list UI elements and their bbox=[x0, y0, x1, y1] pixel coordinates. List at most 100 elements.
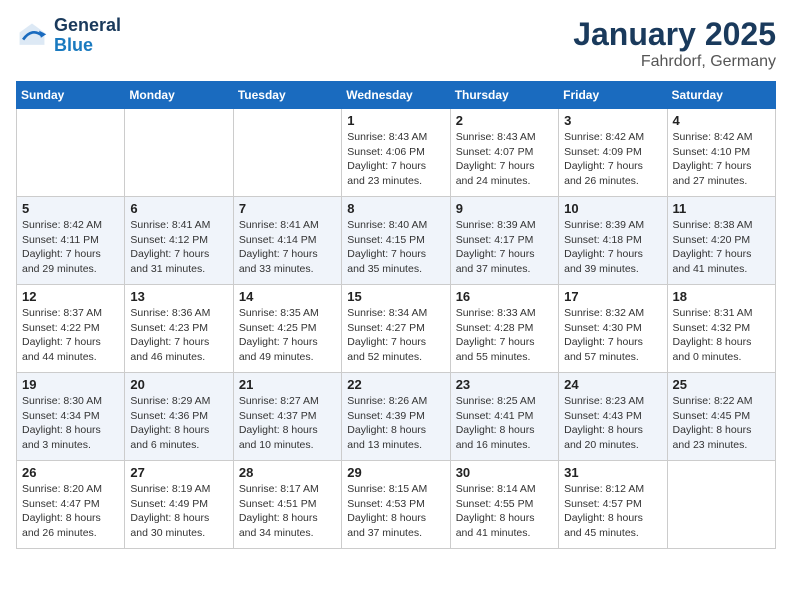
table-row: 18 Sunrise: 8:31 AM Sunset: 4:32 PM Dayli… bbox=[667, 285, 775, 373]
day-number: 9 bbox=[456, 201, 553, 216]
day-number: 29 bbox=[347, 465, 444, 480]
day-number: 5 bbox=[22, 201, 119, 216]
day-info: Sunrise: 8:40 AM Sunset: 4:15 PM Dayligh… bbox=[347, 218, 444, 277]
logo-line1: General bbox=[54, 16, 121, 36]
header-thursday: Thursday bbox=[450, 82, 558, 109]
day-info: Sunrise: 8:39 AM Sunset: 4:18 PM Dayligh… bbox=[564, 218, 661, 277]
table-row: 5 Sunrise: 8:42 AM Sunset: 4:11 PM Daylig… bbox=[17, 197, 125, 285]
day-info: Sunrise: 8:42 AM Sunset: 4:10 PM Dayligh… bbox=[673, 130, 770, 189]
day-number: 12 bbox=[22, 289, 119, 304]
day-info: Sunrise: 8:41 AM Sunset: 4:14 PM Dayligh… bbox=[239, 218, 336, 277]
day-info: Sunrise: 8:19 AM Sunset: 4:49 PM Dayligh… bbox=[130, 482, 227, 541]
table-row: 22Sunrise: 8:26 AM Sunset: 4:39 PM Dayli… bbox=[342, 373, 450, 461]
header-saturday: Saturday bbox=[667, 82, 775, 109]
day-number: 11 bbox=[673, 201, 770, 216]
header-friday: Friday bbox=[559, 82, 667, 109]
calendar-row: 5 Sunrise: 8:42 AM Sunset: 4:11 PM Daylig… bbox=[17, 197, 776, 285]
calendar-row: 19 Sunrise: 8:30 AM Sunset: 4:34 PM Dayli… bbox=[17, 373, 776, 461]
table-row: 25 Sunrise: 8:22 AM Sunset: 4:45 PM Dayli… bbox=[667, 373, 775, 461]
logo: General Blue bbox=[16, 16, 121, 56]
day-info: Sunrise: 8:30 AM Sunset: 4:34 PM Dayligh… bbox=[22, 394, 119, 453]
day-info: Sunrise: 8:31 AM Sunset: 4:32 PM Dayligh… bbox=[673, 306, 770, 365]
day-info: Sunrise: 8:29 AM Sunset: 4:36 PM Dayligh… bbox=[130, 394, 227, 453]
day-number: 6 bbox=[130, 201, 227, 216]
day-number: 15 bbox=[347, 289, 444, 304]
day-number: 14 bbox=[239, 289, 336, 304]
header-tuesday: Tuesday bbox=[233, 82, 341, 109]
table-row: 9 Sunrise: 8:39 AM Sunset: 4:17 PM Daylig… bbox=[450, 197, 558, 285]
day-number: 10 bbox=[564, 201, 661, 216]
day-number: 19 bbox=[22, 377, 119, 392]
logo-line2: Blue bbox=[54, 35, 93, 55]
day-number: 23 bbox=[456, 377, 553, 392]
table-row: 20 Sunrise: 8:29 AM Sunset: 4:36 PM Dayli… bbox=[125, 373, 233, 461]
table-row: 3 Sunrise: 8:42 AM Sunset: 4:09 PM Daylig… bbox=[559, 109, 667, 197]
day-info: Sunrise: 8:35 AM Sunset: 4:25 PM Dayligh… bbox=[239, 306, 336, 365]
day-info: Sunrise: 8:34 AM Sunset: 4:27 PM Dayligh… bbox=[347, 306, 444, 365]
day-info: Sunrise: 8:27 AM Sunset: 4:37 PM Dayligh… bbox=[239, 394, 336, 453]
day-number: 20 bbox=[130, 377, 227, 392]
table-row: 12 Sunrise: 8:37 AM Sunset: 4:22 PM Dayli… bbox=[17, 285, 125, 373]
header-monday: Monday bbox=[125, 82, 233, 109]
day-number: 4 bbox=[673, 113, 770, 128]
day-number: 7 bbox=[239, 201, 336, 216]
table-row: 26 Sunrise: 8:20 AM Sunset: 4:47 PM Dayli… bbox=[17, 461, 125, 549]
day-number: 21 bbox=[239, 377, 336, 392]
table-row: 8Sunrise: 8:40 AM Sunset: 4:15 PM Daylig… bbox=[342, 197, 450, 285]
day-info: Sunrise: 8:38 AM Sunset: 4:20 PM Dayligh… bbox=[673, 218, 770, 277]
day-number: 1 bbox=[347, 113, 444, 128]
day-number: 3 bbox=[564, 113, 661, 128]
day-info: Sunrise: 8:23 AM Sunset: 4:43 PM Dayligh… bbox=[564, 394, 661, 453]
table-row: 23Sunrise: 8:25 AM Sunset: 4:41 PM Dayli… bbox=[450, 373, 558, 461]
table-row: 7 Sunrise: 8:41 AM Sunset: 4:14 PM Daylig… bbox=[233, 197, 341, 285]
day-number: 18 bbox=[673, 289, 770, 304]
title-area: January 2025 Fahrdorf, Germany bbox=[573, 16, 776, 71]
calendar-row: 1 Sunrise: 8:43 AM Sunset: 4:06 PM Daylig… bbox=[17, 109, 776, 197]
day-info: Sunrise: 8:42 AM Sunset: 4:09 PM Dayligh… bbox=[564, 130, 661, 189]
header-wednesday: Wednesday bbox=[342, 82, 450, 109]
weekday-header-row: Sunday Monday Tuesday Wednesday Thursday… bbox=[17, 82, 776, 109]
table-row: 13Sunrise: 8:36 AM Sunset: 4:23 PM Dayli… bbox=[125, 285, 233, 373]
day-number: 28 bbox=[239, 465, 336, 480]
day-info: Sunrise: 8:42 AM Sunset: 4:11 PM Dayligh… bbox=[22, 218, 119, 277]
day-number: 25 bbox=[673, 377, 770, 392]
day-info: Sunrise: 8:12 AM Sunset: 4:57 PM Dayligh… bbox=[564, 482, 661, 541]
day-number: 16 bbox=[456, 289, 553, 304]
location-title: Fahrdorf, Germany bbox=[573, 53, 776, 71]
day-info: Sunrise: 8:20 AM Sunset: 4:47 PM Dayligh… bbox=[22, 482, 119, 541]
table-row: 14 Sunrise: 8:35 AM Sunset: 4:25 PM Dayli… bbox=[233, 285, 341, 373]
table-row bbox=[233, 109, 341, 197]
day-info: Sunrise: 8:37 AM Sunset: 4:22 PM Dayligh… bbox=[22, 306, 119, 365]
table-row: 21 Sunrise: 8:27 AM Sunset: 4:37 PM Dayli… bbox=[233, 373, 341, 461]
day-number: 22 bbox=[347, 377, 444, 392]
header-sunday: Sunday bbox=[17, 82, 125, 109]
table-row bbox=[125, 109, 233, 197]
day-number: 24 bbox=[564, 377, 661, 392]
table-row: 2Sunrise: 8:43 AM Sunset: 4:07 PM Daylig… bbox=[450, 109, 558, 197]
table-row: 17Sunrise: 8:32 AM Sunset: 4:30 PM Dayli… bbox=[559, 285, 667, 373]
day-info: Sunrise: 8:17 AM Sunset: 4:51 PM Dayligh… bbox=[239, 482, 336, 541]
table-row: 19 Sunrise: 8:30 AM Sunset: 4:34 PM Dayli… bbox=[17, 373, 125, 461]
table-row: 30Sunrise: 8:14 AM Sunset: 4:55 PM Dayli… bbox=[450, 461, 558, 549]
day-number: 2 bbox=[456, 113, 553, 128]
logo-icon bbox=[16, 20, 48, 52]
day-info: Sunrise: 8:43 AM Sunset: 4:06 PM Dayligh… bbox=[347, 130, 444, 189]
table-row: 1 Sunrise: 8:43 AM Sunset: 4:06 PM Daylig… bbox=[342, 109, 450, 197]
table-row: 6 Sunrise: 8:41 AM Sunset: 4:12 PM Daylig… bbox=[125, 197, 233, 285]
day-info: Sunrise: 8:41 AM Sunset: 4:12 PM Dayligh… bbox=[130, 218, 227, 277]
header: General Blue January 2025 Fahrdorf, Germ… bbox=[16, 16, 776, 71]
day-number: 27 bbox=[130, 465, 227, 480]
table-row: 29Sunrise: 8:15 AM Sunset: 4:53 PM Dayli… bbox=[342, 461, 450, 549]
calendar: Sunday Monday Tuesday Wednesday Thursday… bbox=[16, 81, 776, 549]
table-row: 10 Sunrise: 8:39 AM Sunset: 4:18 PM Dayli… bbox=[559, 197, 667, 285]
table-row: 16Sunrise: 8:33 AM Sunset: 4:28 PM Dayli… bbox=[450, 285, 558, 373]
calendar-row: 26 Sunrise: 8:20 AM Sunset: 4:47 PM Dayli… bbox=[17, 461, 776, 549]
table-row bbox=[17, 109, 125, 197]
day-number: 13 bbox=[130, 289, 227, 304]
day-info: Sunrise: 8:39 AM Sunset: 4:17 PM Dayligh… bbox=[456, 218, 553, 277]
table-row: 27 Sunrise: 8:19 AM Sunset: 4:49 PM Dayli… bbox=[125, 461, 233, 549]
day-info: Sunrise: 8:22 AM Sunset: 4:45 PM Dayligh… bbox=[673, 394, 770, 453]
day-number: 31 bbox=[564, 465, 661, 480]
day-number: 26 bbox=[22, 465, 119, 480]
logo-text: General Blue bbox=[54, 16, 121, 56]
